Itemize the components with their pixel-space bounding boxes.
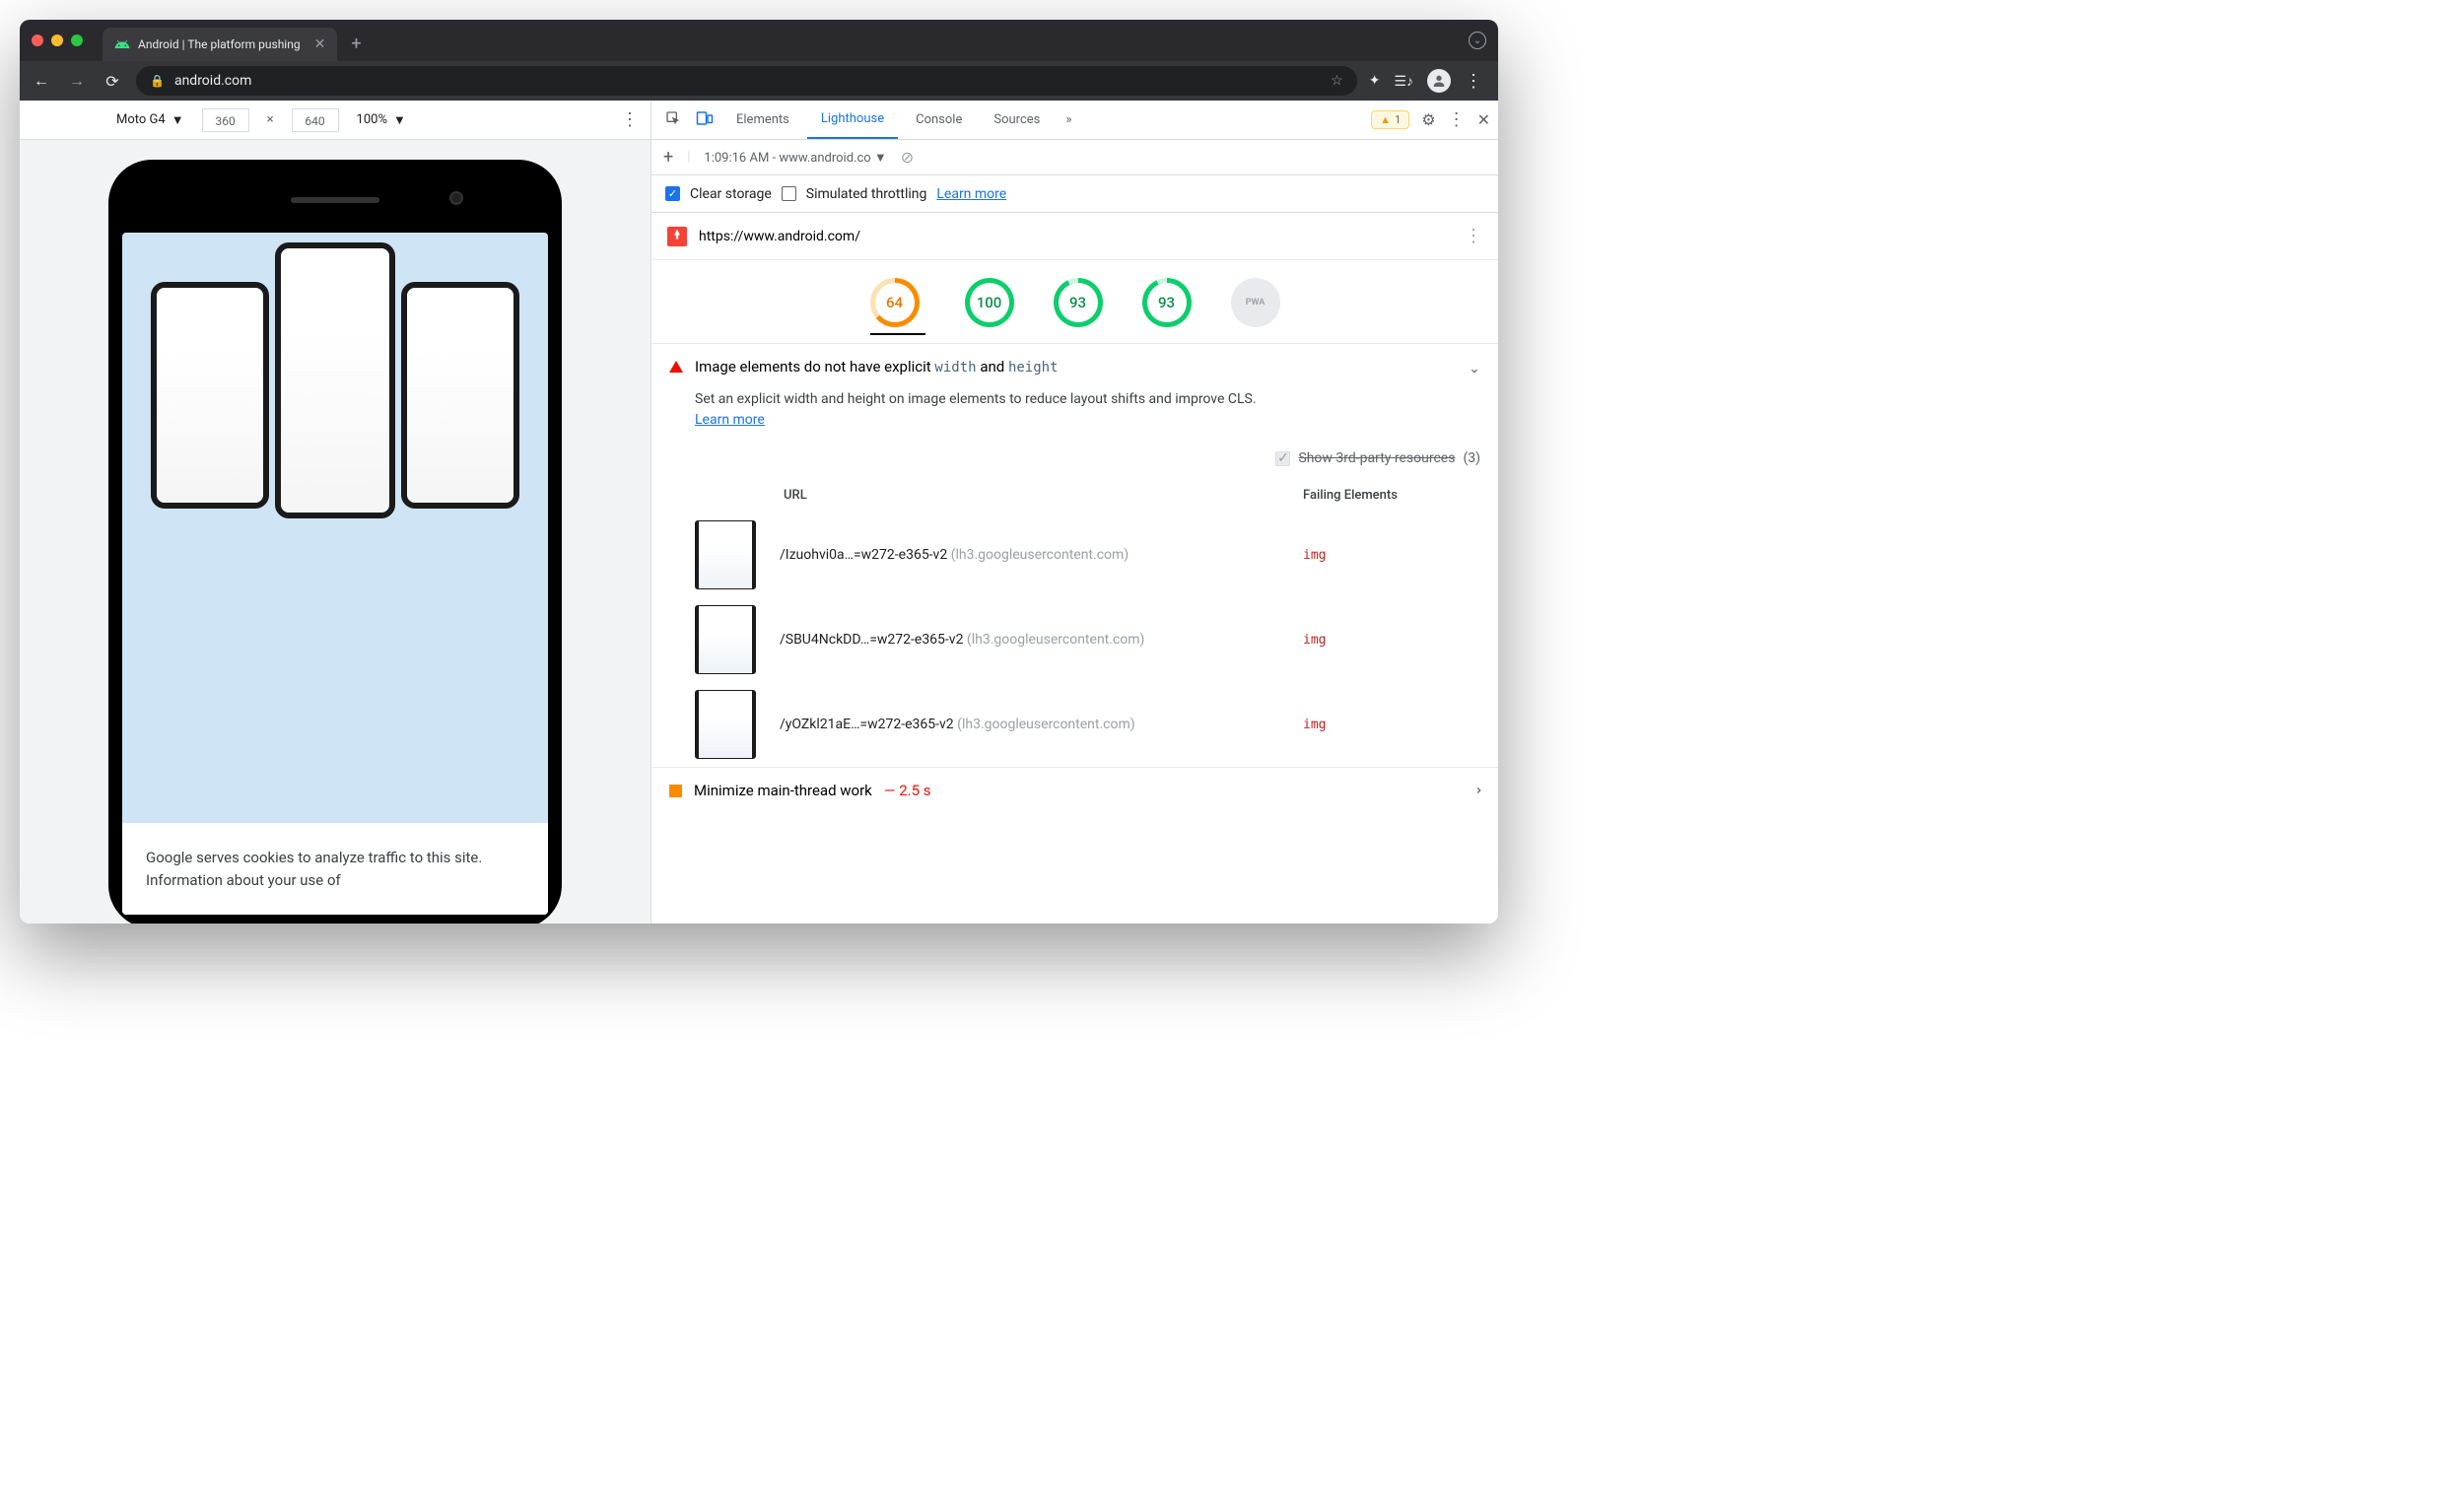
- bookmark-icon[interactable]: ☆: [1331, 73, 1343, 89]
- learn-more-link[interactable]: Learn more: [936, 186, 1006, 202]
- thumbnail: [695, 605, 756, 674]
- phone-frame: Google serves cookies to analyze traffic…: [108, 160, 562, 924]
- minimize-window[interactable]: [51, 34, 63, 46]
- report-menu[interactable]: ⋮: [1465, 226, 1482, 246]
- audited-url-row: https://www.android.com/ ⋮: [651, 213, 1498, 260]
- mock-phone-left: [151, 282, 269, 509]
- audit-table: URLFailing Elements /Izuohvi0a…=w272-e36…: [651, 480, 1498, 767]
- clear-icon[interactable]: ⊘: [901, 148, 914, 167]
- url-field[interactable]: 🔒 android.com ☆: [136, 66, 1357, 96]
- more-tabs-icon[interactable]: »: [1058, 112, 1079, 127]
- audit-main-thread[interactable]: Minimize main-thread work — 2.5 s ⌃: [651, 767, 1498, 813]
- inspect-icon[interactable]: [659, 110, 687, 130]
- devtools-pane: Elements Lighthouse Console Sources » ▲1…: [650, 101, 1498, 924]
- score-best-practices[interactable]: 93: [1054, 278, 1103, 327]
- url-text: android.com: [174, 73, 251, 89]
- extensions-icon[interactable]: ✦: [1369, 73, 1381, 89]
- clear-storage-label: Clear storage: [690, 186, 772, 202]
- maximize-window[interactable]: [71, 34, 83, 46]
- window-titlebar: Android | The platform pushing ✕ + ⌄: [20, 20, 1498, 61]
- devtools-tabs: Elements Lighthouse Console Sources » ▲1…: [651, 101, 1498, 140]
- report-selector[interactable]: 1:09:16 AM - www.android.co ▼: [704, 150, 886, 166]
- tab-console[interactable]: Console: [902, 101, 976, 139]
- lighthouse-options: ✓ Clear storage Simulated throttling Lea…: [651, 175, 1498, 213]
- reload-button[interactable]: ⟳: [101, 72, 124, 91]
- table-row: /SBU4NckDD…=w272-e365-v2 (lh3.googleuser…: [695, 597, 1480, 682]
- mock-phone-right: [401, 282, 519, 509]
- audit-description: Set an explicit width and height on imag…: [651, 389, 1498, 445]
- clear-storage-checkbox[interactable]: ✓: [665, 186, 680, 201]
- back-button[interactable]: ←: [30, 71, 53, 91]
- third-party-toggle: ✓ Show 3rd-party resources (3): [651, 445, 1498, 480]
- chevron-up-icon: ⌃: [1469, 359, 1480, 375]
- lock-icon: 🔒: [150, 74, 165, 88]
- audit-header[interactable]: Image elements do not have explicit widt…: [651, 344, 1498, 389]
- toolbar-right: ✦ ☰♪ ⋮: [1369, 69, 1488, 93]
- lighthouse-icon: [667, 227, 687, 246]
- warning-badge[interactable]: ▲1: [1371, 110, 1409, 129]
- traffic-lights: [32, 34, 83, 46]
- third-party-label: Show 3rd-party resources: [1298, 450, 1455, 466]
- phone-screen: Google serves cookies to analyze traffic…: [122, 233, 548, 915]
- zoom-selector[interactable]: 100% ▼: [357, 112, 406, 128]
- device-menu[interactable]: ⋮: [621, 109, 639, 130]
- settings-icon[interactable]: ⚙: [1421, 110, 1435, 129]
- tab-sources[interactable]: Sources: [980, 101, 1054, 139]
- tab-title: Android | The platform pushing: [138, 37, 301, 51]
- width-input[interactable]: 360: [202, 108, 249, 132]
- col-failing: Failing Elements: [1303, 488, 1480, 503]
- table-row: /Izuohvi0a…=w272-e365-v2 (lh3.googleuser…: [695, 513, 1480, 597]
- throttling-label: Simulated throttling: [806, 186, 927, 202]
- fail-icon: [669, 361, 683, 373]
- col-url: URL: [784, 488, 1303, 503]
- mock-phone-center: [275, 242, 395, 518]
- score-performance[interactable]: 64: [870, 278, 920, 327]
- throttling-checkbox[interactable]: [782, 186, 796, 201]
- android-icon: [114, 36, 130, 52]
- cookie-banner: Google serves cookies to analyze traffic…: [122, 823, 548, 915]
- devtools-menu[interactable]: ⋮: [1448, 109, 1466, 130]
- close-devtools-icon[interactable]: ✕: [1477, 110, 1490, 129]
- warn-icon: [669, 785, 682, 797]
- score-pwa[interactable]: PWA: [1231, 278, 1280, 327]
- close-window[interactable]: [32, 34, 43, 46]
- tab-menu-button[interactable]: ⌄: [1469, 32, 1486, 49]
- address-bar: ← → ⟳ 🔒 android.com ☆ ✦ ☰♪ ⋮: [20, 61, 1498, 101]
- new-tab-button[interactable]: +: [351, 34, 361, 54]
- forward-button[interactable]: →: [65, 71, 89, 91]
- audit-learn-more[interactable]: Learn more: [695, 412, 765, 428]
- height-input[interactable]: 640: [292, 108, 339, 132]
- device-selector[interactable]: Moto G4 ▼: [116, 112, 184, 128]
- new-report-button[interactable]: +: [663, 147, 673, 168]
- audit-image-dimensions: Image elements do not have explicit widt…: [651, 343, 1498, 767]
- profile-avatar[interactable]: [1427, 69, 1451, 93]
- lighthouse-toolbar: + | 1:09:16 AM - www.android.co ▼ ⊘: [651, 140, 1498, 175]
- reading-list-icon[interactable]: ☰♪: [1394, 73, 1413, 90]
- lighthouse-scores: 64 100 93 93 PWA: [651, 260, 1498, 343]
- device-viewport[interactable]: Google serves cookies to analyze traffic…: [20, 140, 650, 924]
- score-accessibility[interactable]: 100: [965, 278, 1014, 327]
- tab-lighthouse[interactable]: Lighthouse: [807, 101, 898, 139]
- audited-url: https://www.android.com/: [699, 229, 860, 244]
- chevron-down-icon: ⌃: [1467, 785, 1482, 796]
- device-toolbar: Moto G4 ▼ 360 × 640 100% ▼ ⋮: [20, 101, 650, 140]
- close-tab-icon[interactable]: ✕: [314, 36, 326, 52]
- browser-window: Android | The platform pushing ✕ + ⌄ ← →…: [20, 20, 1498, 924]
- thumbnail: [695, 690, 756, 759]
- third-party-checkbox[interactable]: ✓: [1275, 451, 1290, 466]
- browser-tab[interactable]: Android | The platform pushing ✕: [103, 28, 337, 61]
- thumbnail: [695, 520, 756, 589]
- table-row: /yOZkl21aE…=w272-e365-v2 (lh3.googleuser…: [695, 682, 1480, 767]
- device-toggle-icon[interactable]: [691, 109, 719, 131]
- device-preview-pane: Moto G4 ▼ 360 × 640 100% ▼ ⋮ Google serv…: [20, 101, 650, 924]
- tab-elements[interactable]: Elements: [722, 101, 803, 139]
- browser-menu[interactable]: ⋮: [1465, 71, 1482, 92]
- score-seo[interactable]: 93: [1142, 278, 1192, 327]
